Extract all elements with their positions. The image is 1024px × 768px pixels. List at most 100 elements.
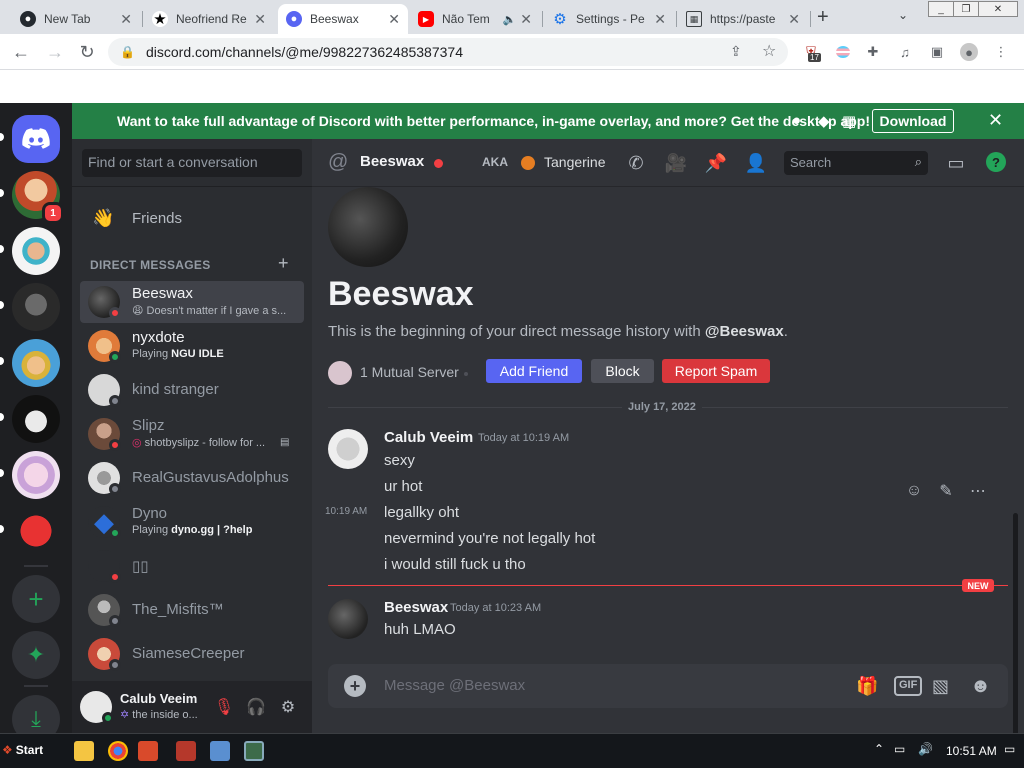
bookmark-star-icon[interactable]: ☆ <box>762 41 776 61</box>
mutual-servers-link[interactable]: 1 Mutual Server <box>360 364 459 380</box>
report-spam-button[interactable]: Report Spam <box>662 359 770 383</box>
close-banner-icon[interactable]: ✕ <box>988 110 1003 131</box>
side-panel-icon[interactable]: ▣ <box>928 43 946 61</box>
browser-tab[interactable]: ▦ https://paste ✕ <box>678 4 808 34</box>
voice-call-icon[interactable]: ✆ <box>624 151 648 175</box>
server-icon[interactable] <box>12 395 60 443</box>
volume-icon[interactable]: 🔊 <box>918 742 933 756</box>
message-avatar[interactable] <box>328 599 368 639</box>
media-control-icon[interactable]: ♫ <box>896 43 914 61</box>
help-icon[interactable]: ? <box>986 152 1006 172</box>
server-icon[interactable] <box>12 507 60 555</box>
add-reaction-icon[interactable]: ☺ <box>902 479 926 503</box>
network-icon[interactable]: ▭ <box>894 742 905 756</box>
reload-icon[interactable]: ↻ <box>74 39 100 65</box>
emoji-picker-icon[interactable]: ☻ <box>970 674 991 698</box>
browser-tab[interactable]: ● New Tab ✕ <box>12 4 140 34</box>
browser-tab[interactable]: ⚙ Settings - Pe ✕ <box>544 4 674 34</box>
video-call-icon[interactable]: 🎥 <box>664 151 688 175</box>
chat-scrollbar[interactable] <box>1013 513 1018 763</box>
block-button[interactable]: Block <box>591 359 654 383</box>
new-tab-icon[interactable]: + <box>817 6 829 29</box>
extension-shield-icon[interactable]: ⛨ 17 <box>802 43 821 62</box>
app-icon[interactable] <box>138 741 158 761</box>
app-icon[interactable] <box>176 741 196 761</box>
gift-icon[interactable]: 🎁 <box>856 674 878 698</box>
forward-arrow-icon[interactable]: → <box>42 39 68 65</box>
inbox-icon[interactable]: ▭ <box>944 151 968 175</box>
upload-plus-icon[interactable]: + <box>344 675 366 697</box>
create-dm-plus-icon[interactable]: + <box>278 253 289 274</box>
message-author[interactable]: Calub Veeim <box>384 429 473 446</box>
mutual-server-icon[interactable] <box>328 361 352 385</box>
dm-item-beeswax[interactable]: Beeswax 😩 Doesn't matter if I gave a s..… <box>80 281 304 323</box>
minimize-icon[interactable]: _ <box>928 1 954 17</box>
dm-item-siamesecreeper[interactable]: SiameseCreeper <box>80 633 304 675</box>
taskbar-clock[interactable]: 10:51 AM <box>946 744 997 758</box>
close-tab-icon[interactable]: ✕ <box>254 11 266 28</box>
tab-search-chevron-icon[interactable]: ⌄ <box>898 8 908 22</box>
close-tab-icon[interactable]: ✕ <box>120 11 132 28</box>
restore-icon[interactable]: ❐ <box>953 1 979 17</box>
server-icon[interactable] <box>12 451 60 499</box>
sticker-icon[interactable]: ▧ <box>932 674 949 698</box>
microphone-muted-icon[interactable]: 🎙 <box>212 695 236 719</box>
speaker-icon[interactable]: 🔈 <box>503 13 517 26</box>
discord-icon: ● <box>286 11 302 27</box>
app-icon[interactable] <box>210 741 230 761</box>
extension-flag-icon[interactable] <box>834 43 852 61</box>
chrome-icon[interactable] <box>108 741 128 761</box>
close-tab-icon[interactable]: ✕ <box>388 11 400 28</box>
server-icon[interactable] <box>12 227 60 275</box>
share-icon[interactable]: ⇪ <box>730 43 742 60</box>
status-offline-icon <box>109 659 121 671</box>
start-button[interactable]: ❖ Start <box>2 738 50 762</box>
add-friend-button[interactable]: Add Friend <box>486 359 582 383</box>
aka-name[interactable]: Tangerine <box>544 154 606 170</box>
add-friends-to-dm-icon[interactable]: 👤 <box>744 151 768 175</box>
close-tab-icon[interactable]: ✕ <box>788 11 800 28</box>
headphones-icon[interactable]: 🎧 <box>244 695 268 719</box>
file-explorer-icon[interactable] <box>74 741 94 761</box>
user-name[interactable]: Calub Veeim <box>120 691 197 706</box>
message-input[interactable]: Message @Beeswax <box>384 677 525 694</box>
dm-item-unnamed[interactable]: ▯▯ <box>80 545 304 587</box>
dm-search-input[interactable]: Find or start a conversation <box>82 149 302 177</box>
chat-search-input[interactable]: Search ⌕ <box>784 151 928 175</box>
explore-servers-button[interactable]: ✦ <box>12 631 60 679</box>
message-author[interactable]: Beeswax <box>384 599 448 616</box>
close-tab-icon[interactable]: ✕ <box>654 11 666 28</box>
close-tab-icon[interactable]: ✕ <box>520 11 532 28</box>
dm-item-the-misfits[interactable]: The_Misfits™ <box>80 589 304 631</box>
server-icon[interactable] <box>12 339 60 387</box>
profile-avatar-icon[interactable]: ● <box>960 43 978 61</box>
address-bar[interactable]: 🔒 discord.com/channels/@me/9982273624853… <box>108 38 788 66</box>
browser-tab[interactable]: ★ Neofriend Re ✕ <box>144 4 274 34</box>
back-arrow-icon[interactable]: ← <box>8 39 34 65</box>
browser-tab[interactable]: ▶ Não Tem 🔈 ✕ <box>410 4 540 34</box>
dm-item-dyno[interactable]: ◆ Dyno Playing dyno.gg | ?help <box>80 501 304 543</box>
gif-icon[interactable]: GIF <box>894 674 923 698</box>
pin-icon[interactable]: 📌 <box>704 151 728 175</box>
dm-item-kind-stranger[interactable]: kind stranger <box>80 369 304 411</box>
home-button[interactable] <box>12 115 60 163</box>
download-button[interactable]: Download <box>872 109 954 133</box>
notification-icon[interactable]: ▭ <box>1004 742 1015 756</box>
gear-icon[interactable]: ⚙ <box>276 695 300 719</box>
browser-tab-active[interactable]: ● Beeswax ✕ <box>278 4 408 34</box>
puzzle-icon[interactable]: ✚ <box>864 43 882 61</box>
menu-dots-icon[interactable]: ⋮ <box>992 43 1010 61</box>
app-icon[interactable] <box>244 741 264 761</box>
dm-item-realgustavusadolphus[interactable]: RealGustavusAdolphus <box>80 457 304 499</box>
dm-item-slipz[interactable]: Slipz ◎ shotbyslipz - follow for ... ▤ <box>80 413 304 455</box>
add-server-button[interactable]: + <box>12 575 60 623</box>
server-icon[interactable] <box>12 283 60 331</box>
message-composer[interactable]: + Message @Beeswax 🎁 GIF ▧ ☻ <box>328 664 1008 708</box>
message-avatar[interactable] <box>328 429 368 469</box>
more-options-icon[interactable]: ⋯ <box>966 479 990 503</box>
friends-nav-item[interactable]: 👋 Friends <box>80 197 304 239</box>
dm-item-nyxdote[interactable]: nyxdote Playing NGU IDLE <box>80 325 304 367</box>
edit-pencil-icon[interactable]: ✎ <box>934 479 958 503</box>
close-window-icon[interactable]: ✕ <box>978 1 1018 17</box>
tray-chevron-icon[interactable]: ⌃ <box>874 742 884 756</box>
